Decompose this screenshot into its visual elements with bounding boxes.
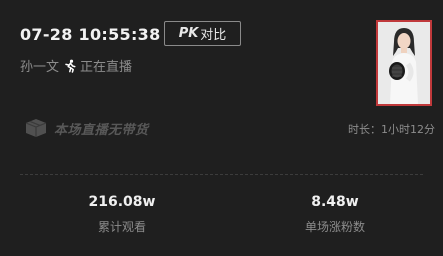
pk-compare-button[interactable]: PK 对比 bbox=[164, 21, 241, 46]
streamer-row: 孙一文 正在直播 bbox=[20, 56, 132, 75]
pk-label: PK bbox=[178, 26, 199, 41]
compare-label: 对比 bbox=[200, 28, 227, 43]
live-session-card[interactable]: 07-28 10:55:38 PK 对比 孙一文 正在直播 本场直播无带货 时长… bbox=[0, 0, 443, 256]
no-goods-text: 本场直播无带货 bbox=[54, 122, 149, 138]
stream-duration: 时长：1小时12分 bbox=[348, 123, 435, 136]
divider bbox=[20, 174, 423, 175]
streamer-name: 孙一文 bbox=[20, 60, 60, 75]
stat-label: 单场涨粉数 bbox=[304, 220, 365, 234]
stat-label: 累计观看 bbox=[97, 220, 146, 234]
box-icon bbox=[25, 119, 47, 137]
live-status-text: 正在直播 bbox=[80, 60, 133, 75]
stream-thumbnail[interactable] bbox=[376, 20, 432, 106]
stat-total-views: 216.08w 累计观看 bbox=[42, 194, 202, 235]
stat-value: 8.48w bbox=[311, 194, 359, 210]
no-goods-notice: 本场直播无带货 bbox=[24, 118, 149, 138]
stream-datetime: 07-28 10:55:38 bbox=[20, 25, 161, 44]
stat-value: 216.08w bbox=[88, 194, 156, 210]
stat-follower-gain: 8.48w 单场涨粉数 bbox=[255, 194, 415, 235]
running-person-icon bbox=[65, 59, 76, 73]
streamer-photo bbox=[378, 22, 430, 104]
